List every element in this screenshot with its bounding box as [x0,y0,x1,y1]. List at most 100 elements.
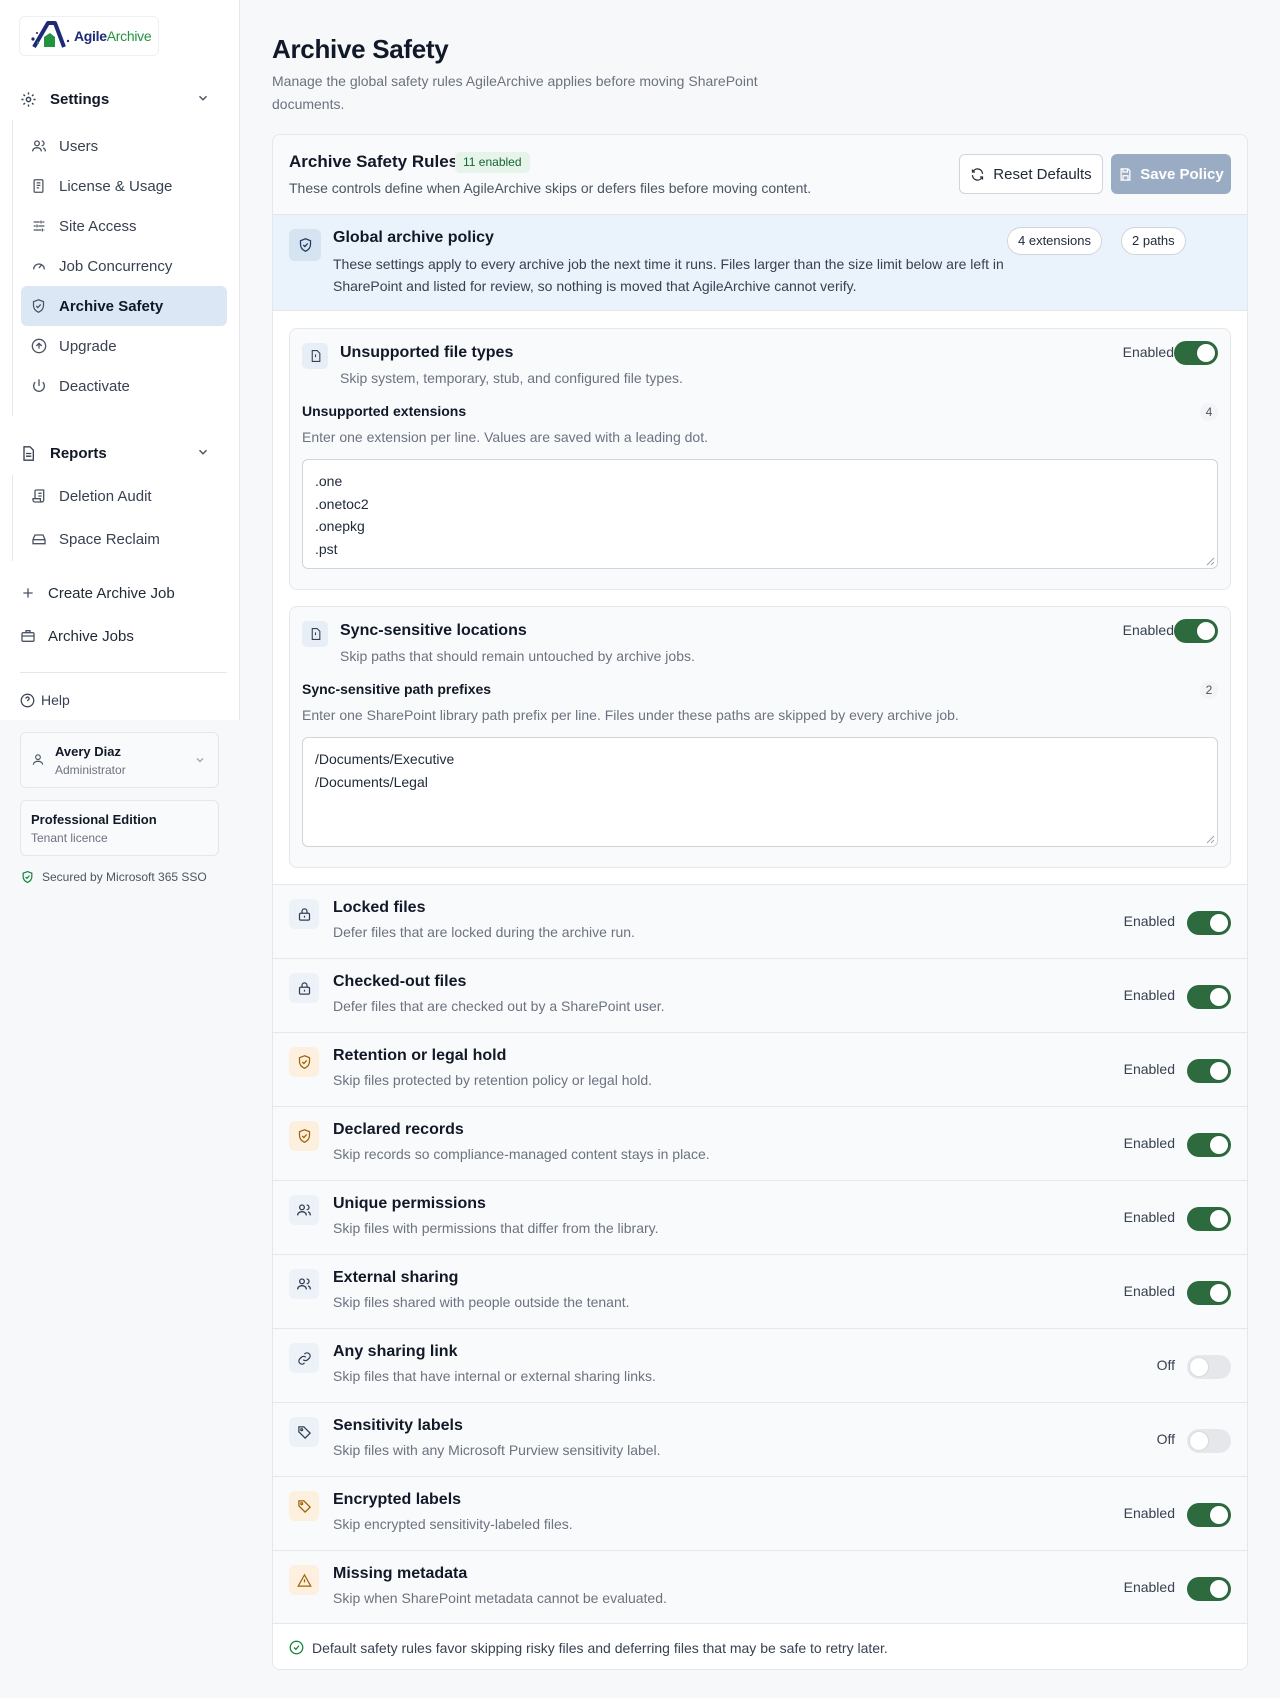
rule-toggle[interactable] [1187,1059,1231,1083]
edition-card: Professional Edition Tenant licence [20,800,219,856]
sidebar-item-archive-safety[interactable]: Archive Safety [21,286,227,326]
rule-toggle[interactable] [1187,1281,1231,1305]
unsupported-extensions-help: Enter one extension per line. Values are… [302,429,708,445]
rule-title: Retention or legal hold [333,1047,507,1064]
save-policy-button[interactable]: Save Policy [1111,154,1231,194]
nav-group-reports[interactable]: Reports [20,435,220,471]
page-title: Archive Safety [272,34,449,64]
rule-toggle[interactable] [1187,1207,1231,1231]
refresh-icon [970,167,985,182]
logo-text-archive: Archive [106,28,152,44]
tag-icon [289,1417,319,1447]
rule-description: Defer files that are locked during the a… [333,924,635,940]
rule-title: Any sharing link [333,1343,458,1360]
sidebar-item-label: Archive Safety [59,297,164,315]
sidebar-item-deactivate[interactable]: Deactivate [21,366,227,406]
rule-toggle[interactable] [1187,1503,1231,1527]
resize-handle-icon[interactable] [1206,557,1215,566]
sidebar-item-label: Space Reclaim [59,530,160,548]
help-circle-icon [20,693,35,708]
toggle-knob [1210,914,1228,932]
chevron-down-icon [194,753,206,771]
rule-unique-permissions: Unique permissions Skip files with permis… [273,1180,1247,1254]
rule-status: Enabled [1123,1061,1175,1077]
sidebar-item-label: License & Usage [59,177,173,195]
rule-toggle[interactable] [1187,1133,1231,1157]
rule-toggle[interactable] [1187,1355,1231,1379]
logo-mark-icon [28,19,74,53]
save-policy-label: Save Policy [1140,165,1224,183]
user-icon [31,752,45,772]
settings-subnav-line [12,120,13,416]
sync-description: Skip paths that should remain untouched … [340,648,695,664]
sync-toggle[interactable] [1174,619,1218,643]
gauge-icon [31,258,49,274]
users-icon [289,1269,319,1299]
save-icon [1118,167,1133,182]
rule-title: Declared records [333,1121,464,1138]
sync-paths-help: Enter one SharePoint library path prefix… [302,707,959,723]
rule-toggle[interactable] [1187,911,1231,935]
unsupported-status: Enabled [1122,344,1174,360]
create-archive-job-label: Create Archive Job [48,584,175,602]
toggle-knob [1197,344,1215,362]
rule-sensitivity-labels: Sensitivity labels Skip files with any Mi… [273,1402,1247,1476]
sidebar-item-job-concurrency[interactable]: Job Concurrency [21,246,227,286]
rule-title: Unique permissions [333,1195,486,1212]
user-role: Administrator [55,763,126,777]
sidebar-item-label: Deletion Audit [59,487,152,505]
rule-title: Missing metadata [333,1565,468,1582]
resize-handle-icon[interactable] [1206,835,1215,844]
sidebar-item-label: Site Access [59,217,137,235]
paths-count-pill: 2 paths [1121,227,1186,255]
sidebar-item-space-reclaim[interactable]: Space Reclaim [21,519,227,559]
extension-line: .pst [315,540,338,557]
rule-encrypted-labels: Encrypted labels Skip encrypted sensitivi… [273,1476,1247,1550]
sync-paths-textarea[interactable]: /Documents/Executive /Documents/Legal [302,737,1218,847]
rule-retention-or-legal-hold: Retention or legal hold Skip files protec… [273,1032,1247,1106]
rule-missing-metadata: Missing metadata Skip when SharePoint met… [273,1550,1247,1624]
sidebar-item-users[interactable]: Users [21,126,227,166]
rule-title: Sensitivity labels [333,1417,463,1434]
user-menu[interactable]: Avery Diaz Administrator [20,732,219,788]
rule-toggle[interactable] [1187,985,1231,1009]
sidebar-item-deletion-audit[interactable]: Deletion Audit [21,476,227,516]
unsupported-toggle[interactable] [1174,341,1218,365]
tag-icon [289,1491,319,1521]
rule-toggle[interactable] [1187,1429,1231,1453]
rule-status: Enabled [1123,987,1175,1003]
archive-jobs-link[interactable]: Archive Jobs [20,616,226,656]
toggle-knob [1210,1284,1228,1302]
unsupported-description: Skip system, temporary, stub, and config… [340,370,683,386]
rule-toggle[interactable] [1187,1577,1231,1601]
report-icon [20,445,42,462]
app-logo[interactable]: AgileArchive [19,16,159,56]
reports-subnav-line [12,475,13,561]
sidebar-item-label: Users [59,137,99,155]
create-archive-job-link[interactable]: Create Archive Job [20,573,226,613]
rule-status: Enabled [1123,1505,1175,1521]
rule-title: Encrypted labels [333,1491,462,1508]
sidebar-item-upgrade[interactable]: Upgrade [21,326,227,366]
sidebar-item-license-usage[interactable]: License & Usage [21,166,227,206]
rule-status: Off [1156,1431,1175,1447]
rule-title: Locked files [333,899,426,916]
sso-text: Secured by Microsoft 365 SSO [42,870,207,884]
sync-title: Sync-sensitive locations [340,622,527,639]
reset-defaults-button[interactable]: Reset Defaults [959,154,1103,194]
users-icon [289,1195,319,1225]
rule-status: Off [1156,1357,1175,1373]
toggle-knob [1190,1432,1208,1450]
edition-subtitle: Tenant licence [31,831,108,845]
help-link[interactable]: Help [20,692,70,708]
toggle-knob [1210,1062,1228,1080]
toggle-knob [1210,1580,1228,1598]
toggle-knob [1210,1210,1228,1228]
unsupported-extensions-textarea[interactable]: .one .onetoc2 .onepkg .pst [302,459,1218,569]
unsupported-title: Unsupported file types [340,344,514,361]
file-alert-icon [302,621,328,647]
sync-paths-label: Sync-sensitive path prefixes [302,681,492,697]
sidebar-item-site-access[interactable]: Site Access [21,206,227,246]
shield-icon [31,298,49,314]
nav-group-settings[interactable]: Settings [20,81,220,117]
